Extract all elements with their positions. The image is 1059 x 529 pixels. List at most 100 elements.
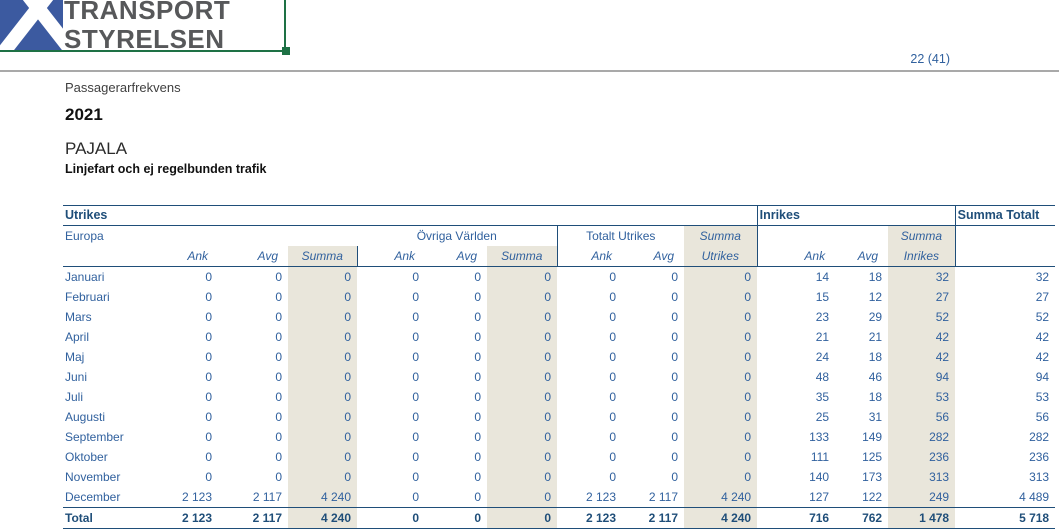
value-cell: 127	[757, 487, 835, 508]
value-cell: 0	[487, 307, 557, 327]
value-cell: 2 117	[622, 508, 684, 529]
value-cell: 0	[622, 387, 684, 407]
value-cell: 0	[425, 387, 487, 407]
value-cell: 0	[487, 407, 557, 427]
value-cell: 0	[557, 427, 622, 447]
value-cell: 25	[757, 407, 835, 427]
value-cell: 18	[835, 347, 888, 367]
value-cell: 236	[955, 447, 1055, 467]
value-cell: 125	[835, 447, 888, 467]
value-cell: 0	[218, 267, 288, 288]
value-cell: 0	[288, 287, 357, 307]
value-cell: 0	[357, 327, 425, 347]
value-cell: 0	[557, 447, 622, 467]
header-ovriga-varlden: Övriga Världen	[357, 226, 557, 247]
value-cell: 21	[757, 327, 835, 347]
value-cell: 0	[288, 447, 357, 467]
month-label: Februari	[63, 287, 145, 307]
transportstyrelsen-logo-icon	[0, 0, 63, 52]
value-cell: 42	[955, 327, 1055, 347]
value-cell: 0	[684, 467, 757, 487]
value-cell: 282	[888, 427, 955, 447]
cell-selection-border-bottom	[0, 50, 286, 52]
value-cell: 0	[218, 387, 288, 407]
value-cell: 0	[684, 427, 757, 447]
header-europa-avg: Avg	[218, 246, 288, 267]
report-page: TRANSPORT STYRELSEN 22 (41) Passagerarfr…	[0, 0, 1059, 529]
value-cell: 2 117	[218, 487, 288, 508]
value-cell: 0	[218, 327, 288, 347]
value-cell: 32	[888, 267, 955, 288]
cell-selection-handle[interactable]	[282, 47, 290, 55]
value-cell: 0	[357, 267, 425, 288]
value-cell: 94	[888, 367, 955, 387]
value-cell: 173	[835, 467, 888, 487]
month-label: November	[63, 467, 145, 487]
value-cell: 48	[757, 367, 835, 387]
page-number: 22 (41)	[840, 52, 950, 66]
value-cell: 0	[145, 267, 218, 288]
value-cell: 0	[218, 447, 288, 467]
value-cell: 282	[955, 427, 1055, 447]
value-cell: 94	[955, 367, 1055, 387]
value-cell: 0	[557, 307, 622, 327]
header-europa-summa: Summa	[288, 246, 357, 267]
value-cell: 0	[218, 467, 288, 487]
value-cell: 35	[757, 387, 835, 407]
value-cell: 4 240	[288, 508, 357, 529]
value-cell: 0	[145, 347, 218, 367]
value-cell: 0	[557, 287, 622, 307]
value-cell: 0	[145, 427, 218, 447]
value-cell: 0	[145, 407, 218, 427]
header-utrikes: Utrikes	[63, 206, 757, 226]
value-cell: 0	[425, 287, 487, 307]
value-cell: 0	[425, 508, 487, 529]
value-cell: 0	[487, 287, 557, 307]
value-cell: 0	[487, 467, 557, 487]
value-cell: 1 478	[888, 508, 955, 529]
report-title: Passagerarfrekvens	[65, 80, 181, 95]
value-cell: 42	[888, 347, 955, 367]
value-cell: 0	[357, 487, 425, 508]
spacer-cell	[955, 226, 1055, 247]
traffic-subtitle: Linjefart och ej regelbunden trafik	[65, 162, 266, 176]
value-cell: 0	[487, 347, 557, 367]
value-cell: 0	[684, 287, 757, 307]
value-cell: 12	[835, 287, 888, 307]
month-label: April	[63, 327, 145, 347]
table-row: Juni00000000048469494	[63, 367, 1055, 387]
value-cell: 0	[357, 447, 425, 467]
value-cell: 0	[288, 387, 357, 407]
table-row: Mars00000000023295252	[63, 307, 1055, 327]
value-cell: 122	[835, 487, 888, 508]
region-header-row: Europa Övriga Världen Totalt Utrikes Sum…	[63, 226, 1055, 247]
value-cell: 0	[218, 287, 288, 307]
value-cell: 15	[757, 287, 835, 307]
value-cell: 2 123	[557, 508, 622, 529]
value-cell: 0	[622, 287, 684, 307]
value-cell: 716	[757, 508, 835, 529]
value-cell: 0	[487, 447, 557, 467]
value-cell: 0	[288, 427, 357, 447]
value-cell: 0	[425, 487, 487, 508]
value-cell: 2 117	[622, 487, 684, 508]
value-cell: 0	[425, 327, 487, 347]
value-cell: 0	[288, 367, 357, 387]
header-totalt-avg: Avg	[622, 246, 684, 267]
value-cell: 0	[357, 387, 425, 407]
column-header-row: Ank Avg Summa Ank Avg Summa Ank Avg Utri…	[63, 246, 1055, 267]
value-cell: 0	[557, 367, 622, 387]
month-label: Mars	[63, 307, 145, 327]
value-cell: 0	[218, 347, 288, 367]
value-cell: 4 240	[684, 508, 757, 529]
value-cell: 0	[557, 267, 622, 288]
value-cell: 2 117	[218, 508, 288, 529]
value-cell: 0	[557, 327, 622, 347]
value-cell: 2 123	[145, 508, 218, 529]
value-cell: 0	[218, 427, 288, 447]
value-cell: 0	[357, 367, 425, 387]
table-row: November000000000140173313313	[63, 467, 1055, 487]
value-cell: 0	[145, 467, 218, 487]
value-cell: 52	[888, 307, 955, 327]
month-label: Juni	[63, 367, 145, 387]
